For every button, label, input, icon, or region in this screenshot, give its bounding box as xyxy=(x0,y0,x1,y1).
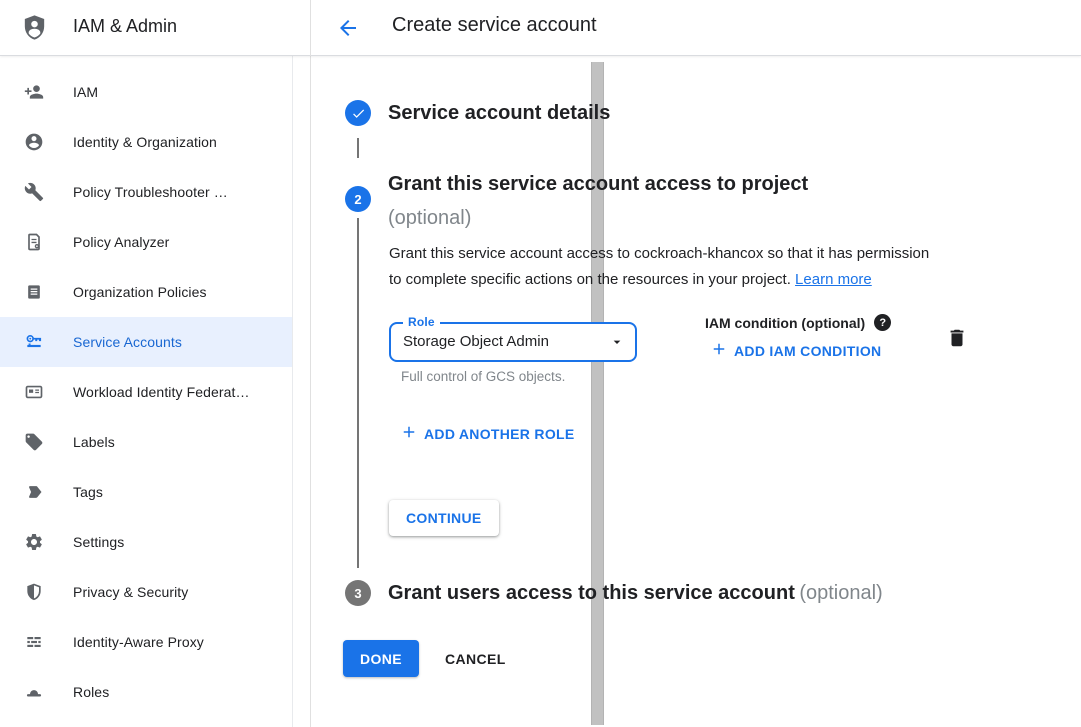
sidebar-right-border xyxy=(292,56,293,727)
step2-heading: Grant this service account access to pro… xyxy=(388,167,948,235)
step3-number: 3 xyxy=(354,586,361,601)
role-select[interactable]: Role Storage Object Admin xyxy=(389,322,637,362)
step2-title: Grant this service account access to pro… xyxy=(388,167,948,201)
sidebar-item-label: Identity-Aware Proxy xyxy=(73,634,204,650)
service-account-key-icon xyxy=(24,332,44,352)
account-circle-icon xyxy=(24,132,44,152)
stepper-connector-1 xyxy=(357,138,359,158)
sidebar-item-label: Labels xyxy=(73,434,115,450)
sidebar-scrollbar-track xyxy=(295,56,310,727)
iam-admin-shield-icon xyxy=(20,13,49,42)
iap-grid-icon xyxy=(24,632,44,652)
page-title: Create service account xyxy=(392,14,597,37)
sidebar-item-policy-analyzer[interactable]: Policy Analyzer xyxy=(0,217,292,267)
sidebar-scrollbar-thumb[interactable] xyxy=(591,62,604,725)
add-another-role-button[interactable]: ADD ANOTHER ROLE xyxy=(400,423,575,444)
add-iam-condition-label: ADD IAM CONDITION xyxy=(734,343,881,359)
sidebar-item-label: IAM xyxy=(73,84,98,100)
add-iam-condition-button[interactable]: ADD IAM CONDITION xyxy=(710,340,881,361)
sidebar-item-privacy-security[interactable]: Privacy & Security xyxy=(0,567,292,617)
step2-optional-label: (optional) xyxy=(388,201,948,235)
stepper-connector-2 xyxy=(357,218,359,568)
cancel-button[interactable]: CANCEL xyxy=(437,640,514,677)
label-tag-icon xyxy=(24,432,44,452)
app-title: IAM & Admin xyxy=(73,16,177,37)
shield-half-icon xyxy=(24,582,44,602)
chevron-down-icon xyxy=(609,334,625,355)
continue-button[interactable]: CONTINUE xyxy=(389,500,499,536)
header-divider xyxy=(310,0,311,56)
tag-arrow-icon xyxy=(24,482,44,502)
step3-number-badge: 3 xyxy=(345,580,371,606)
sidebar-item-tags[interactable]: Tags xyxy=(0,467,292,517)
role-selected-value: Storage Object Admin xyxy=(403,324,549,360)
top-header: IAM & Admin Create service account xyxy=(0,0,1081,56)
step1-title: Service account details xyxy=(388,100,610,126)
add-another-role-label: ADD ANOTHER ROLE xyxy=(424,426,575,442)
sidebar-item-label: Organization Policies xyxy=(73,284,207,300)
sidebar-item-iam[interactable]: IAM xyxy=(0,67,292,117)
sidebar-item-label: Service Accounts xyxy=(73,334,182,350)
sidebar-item-label: Tags xyxy=(73,484,103,500)
sidebar-item-identity-aware-proxy[interactable]: Identity-Aware Proxy xyxy=(0,617,292,667)
sidebar-item-label: Identity & Organization xyxy=(73,134,217,150)
plus-icon xyxy=(710,340,728,361)
plus-icon xyxy=(400,423,418,444)
sidebar-item-settings[interactable]: Settings xyxy=(0,517,292,567)
iam-condition-header: IAM condition (optional) ? xyxy=(705,314,891,331)
sidebar-item-organization-policies[interactable]: Organization Policies xyxy=(0,267,292,317)
sidebar-item-policy-troubleshooter[interactable]: Policy Troubleshooter … xyxy=(0,167,292,217)
iam-condition-label: IAM condition (optional) xyxy=(705,315,865,331)
create-service-account-page: IAM & Admin Create service account IAM I… xyxy=(0,0,1081,727)
role-helper-text: Full control of GCS objects. xyxy=(401,369,565,384)
step3-heading: Grant users access to this service accou… xyxy=(388,580,883,608)
person-add-icon xyxy=(24,82,44,102)
sidebar-item-label: Workload Identity Federat… xyxy=(73,384,250,400)
wrench-icon xyxy=(24,182,44,202)
sidebar-item-identity-organization[interactable]: Identity & Organization xyxy=(0,117,292,167)
step3-optional-label: (optional) xyxy=(799,582,882,604)
sidebar-item-workload-identity-federation[interactable]: Workload Identity Federat… xyxy=(0,367,292,417)
sidebar-item-label: Privacy & Security xyxy=(73,584,188,600)
step2-number: 2 xyxy=(354,192,361,207)
delete-role-trash-icon[interactable] xyxy=(946,327,968,349)
step3-title: Grant users access to this service accou… xyxy=(388,582,795,604)
step1-check-icon xyxy=(345,100,371,126)
learn-more-link[interactable]: Learn more xyxy=(795,271,872,288)
sidebar-item-service-accounts[interactable]: Service Accounts xyxy=(0,317,292,367)
sidebar-item-label: Policy Troubleshooter … xyxy=(73,184,228,200)
step2-number-badge: 2 xyxy=(345,186,371,212)
step2-description: Grant this service account access to coc… xyxy=(389,241,989,293)
sidebar-item-label: Settings xyxy=(73,534,124,550)
description-line1: Grant this service account access to coc… xyxy=(389,245,929,262)
hat-icon xyxy=(24,682,44,702)
id-card-icon xyxy=(24,382,44,402)
description-line2: to complete specific actions on the reso… xyxy=(389,271,791,288)
sidebar-item-label: Roles xyxy=(73,684,109,700)
policy-analyzer-icon xyxy=(24,232,44,252)
gear-icon xyxy=(24,532,44,552)
back-arrow-icon[interactable] xyxy=(334,14,362,42)
help-icon[interactable]: ? xyxy=(874,314,891,331)
sidebar-item-labels[interactable]: Labels xyxy=(0,417,292,467)
sidebar-nav: IAM Identity & Organization Policy Troub… xyxy=(0,56,292,727)
sidebar-item-roles[interactable]: Roles xyxy=(0,667,292,717)
done-button[interactable]: DONE xyxy=(343,640,419,677)
content-left-border xyxy=(310,56,311,727)
sidebar-item-label: Policy Analyzer xyxy=(73,234,169,250)
document-icon xyxy=(24,282,44,302)
